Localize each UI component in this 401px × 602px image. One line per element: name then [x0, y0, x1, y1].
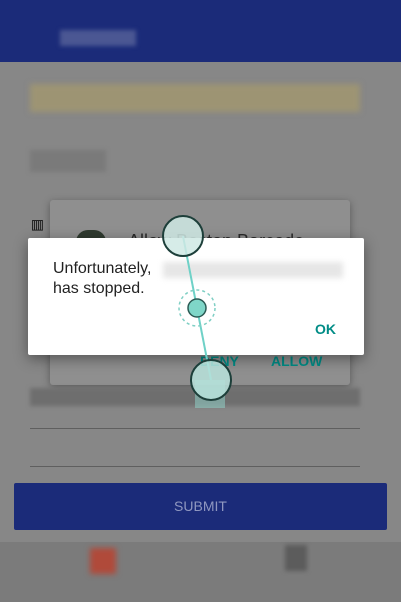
field-underline: [30, 466, 360, 467]
hint-bar-blurred: [30, 84, 360, 112]
submit-button[interactable]: SUBMIT: [14, 483, 387, 530]
nav-icon-blurred[interactable]: [285, 545, 307, 571]
app-name-redacted: [163, 262, 343, 278]
crash-message-line2: has stopped.: [53, 280, 145, 297]
deny-button[interactable]: DENY: [200, 353, 239, 369]
field-label-blurred: [30, 150, 106, 172]
app-bar: [0, 0, 401, 62]
nav-icon-blurred[interactable]: [90, 548, 116, 574]
barcode-icon[interactable]: ▥: [32, 214, 43, 235]
app-title-blurred: [60, 30, 136, 46]
bottom-nav: [0, 542, 401, 602]
allow-button[interactable]: ALLOW: [271, 353, 322, 369]
field-underline: [30, 428, 360, 429]
crash-dialog: Unfortunately, has stopped. OK: [28, 238, 364, 355]
field-blurred: [30, 388, 360, 406]
ok-button[interactable]: OK: [315, 321, 336, 337]
